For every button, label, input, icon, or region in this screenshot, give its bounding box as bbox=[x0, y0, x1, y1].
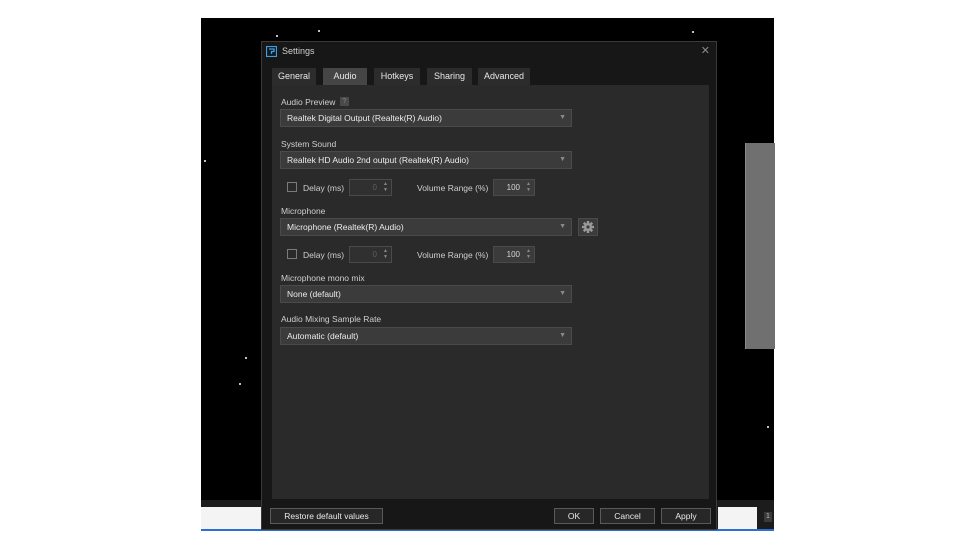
system-delay-label: Delay (ms) bbox=[303, 183, 345, 193]
microphone-select[interactable]: Microphone (Realtek(R) Audio) ▼ bbox=[280, 218, 572, 236]
microphone-label: Microphone bbox=[281, 206, 326, 216]
chevron-down-icon: ▼ bbox=[559, 114, 566, 121]
background-side-panel bbox=[745, 143, 775, 349]
tab-audio[interactable]: Audio bbox=[323, 68, 367, 85]
mic-volume-value: 100 bbox=[506, 250, 520, 259]
apply-button[interactable]: Apply bbox=[661, 508, 711, 524]
system-volume-stepper[interactable]: 100 ▲ ▼ bbox=[493, 179, 535, 196]
system-volume-value: 100 bbox=[506, 183, 520, 192]
system-volume-label: Volume Range (%) bbox=[417, 183, 489, 193]
tab-advanced[interactable]: Advanced bbox=[478, 68, 530, 85]
sample-rate-value: Automatic (default) bbox=[287, 331, 359, 341]
help-icon[interactable]: ? bbox=[340, 97, 349, 106]
tray-button[interactable]: 1 bbox=[764, 512, 772, 522]
tab-sharing[interactable]: Sharing bbox=[427, 68, 472, 85]
mic-delay-label: Delay (ms) bbox=[303, 250, 345, 260]
audio-preview-value: Realtek Digital Output (Realtek(R) Audio… bbox=[287, 113, 442, 123]
dialog-footer: Restore default values OK Cancel Apply bbox=[262, 499, 716, 529]
cancel-button[interactable]: Cancel bbox=[600, 508, 655, 524]
ok-button[interactable]: OK bbox=[554, 508, 594, 524]
close-icon[interactable]: ✕ bbox=[701, 44, 710, 57]
audio-settings-panel: Audio Preview ? Realtek Digital Output (… bbox=[272, 85, 709, 499]
background-star bbox=[276, 35, 278, 37]
microphone-value: Microphone (Realtek(R) Audio) bbox=[287, 222, 404, 232]
audio-preview-label: Audio Preview bbox=[281, 97, 336, 107]
restore-defaults-button[interactable]: Restore default values bbox=[270, 508, 383, 524]
sample-rate-label: Audio Mixing Sample Rate bbox=[281, 314, 382, 324]
mic-volume-label: Volume Range (%) bbox=[417, 250, 489, 260]
stepper-arrows-icon: ▲ ▼ bbox=[383, 181, 388, 193]
audio-preview-select[interactable]: Realtek Digital Output (Realtek(R) Audio… bbox=[280, 109, 572, 127]
background-star bbox=[245, 357, 247, 359]
taskbar-right-area[interactable] bbox=[718, 507, 757, 529]
system-delay-checkbox[interactable] bbox=[287, 182, 297, 192]
mono-mix-select[interactable]: None (default) ▼ bbox=[280, 285, 572, 303]
tab-general[interactable]: General bbox=[272, 68, 316, 85]
background-star bbox=[767, 426, 769, 428]
system-delay-stepper[interactable]: 0 ▲ ▼ bbox=[349, 179, 392, 196]
title-bar: Settings ✕ bbox=[262, 42, 716, 62]
chevron-down-icon: ▼ bbox=[559, 223, 566, 230]
tab-hotkeys[interactable]: Hotkeys bbox=[374, 68, 420, 85]
system-sound-value: Realtek HD Audio 2nd output (Realtek(R) … bbox=[287, 155, 469, 165]
chevron-down-icon: ▼ bbox=[559, 290, 566, 297]
sample-rate-select[interactable]: Automatic (default) ▼ bbox=[280, 327, 572, 345]
gear-icon bbox=[582, 221, 594, 233]
system-delay-value: 0 bbox=[372, 183, 377, 192]
system-sound-label: System Sound bbox=[281, 139, 337, 149]
settings-app-icon bbox=[266, 46, 277, 57]
background-star bbox=[204, 160, 206, 162]
settings-dialog: Settings ✕ General Audio Hotkeys Sharing… bbox=[261, 41, 717, 530]
mic-delay-checkbox[interactable] bbox=[287, 249, 297, 259]
mono-mix-label: Microphone mono mix bbox=[281, 273, 365, 283]
chevron-down-icon: ▼ bbox=[559, 332, 566, 339]
chevron-down-icon: ▼ bbox=[559, 156, 566, 163]
background-star bbox=[318, 30, 320, 32]
stepper-arrows-icon: ▲ ▼ bbox=[526, 248, 531, 260]
microphone-settings-button[interactable] bbox=[578, 218, 598, 236]
system-sound-select[interactable]: Realtek HD Audio 2nd output (Realtek(R) … bbox=[280, 151, 572, 169]
window-title: Settings bbox=[282, 46, 315, 56]
mic-volume-stepper[interactable]: 100 ▲ ▼ bbox=[493, 246, 535, 263]
mic-delay-value: 0 bbox=[372, 250, 377, 259]
stepper-arrows-icon: ▲ ▼ bbox=[383, 248, 388, 260]
background-star bbox=[692, 31, 694, 33]
mic-delay-stepper[interactable]: 0 ▲ ▼ bbox=[349, 246, 392, 263]
stepper-arrows-icon: ▲ ▼ bbox=[526, 181, 531, 193]
taskbar-left-area[interactable] bbox=[201, 507, 261, 529]
background-star bbox=[239, 383, 241, 385]
mono-mix-value: None (default) bbox=[287, 289, 341, 299]
